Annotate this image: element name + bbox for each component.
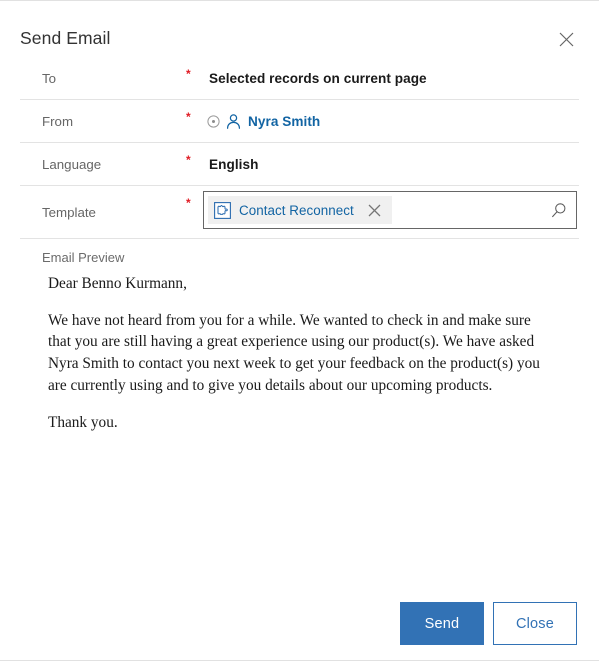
from-person-link[interactable]: Nyra Smith — [248, 114, 320, 129]
search-icon[interactable] — [546, 197, 572, 223]
dialog-footer: Send Close — [0, 587, 599, 660]
field-label-template: Template — [42, 204, 96, 220]
field-label-language: Language — [42, 156, 102, 172]
preview-greeting: Dear Benno Kurmann, — [48, 275, 187, 292]
close-icon[interactable] — [552, 25, 580, 53]
template-lookup-input[interactable]: Contact Reconnect — [203, 191, 577, 229]
remove-chip-icon[interactable] — [364, 199, 386, 221]
field-list: To * Selected records on current page Fr… — [0, 57, 599, 239]
template-icon — [213, 201, 231, 219]
required-marker-template: * — [186, 196, 191, 210]
field-row-from: From * Nyra Smith — [20, 100, 579, 143]
template-chip-label: Contact Reconnect — [239, 202, 354, 218]
field-label-from: From — [42, 113, 74, 129]
field-value-language[interactable]: English — [209, 157, 258, 172]
field-value-from: Nyra Smith — [206, 112, 320, 130]
email-preview-section: Email Preview Dear Benno Kurmann, We hav… — [0, 239, 599, 587]
email-preview-body: Dear Benno Kurmann, We have not heard fr… — [48, 273, 557, 433]
page-title: Send Email — [20, 28, 111, 48]
send-button[interactable]: Send — [400, 602, 484, 645]
preview-paragraph: We have not heard from you for a while. … — [48, 311, 540, 394]
template-chip[interactable]: Contact Reconnect — [208, 196, 392, 224]
close-button[interactable]: Close — [493, 602, 577, 645]
contact-person-icon — [224, 112, 242, 130]
dialog-header: Send Email — [0, 1, 599, 57]
required-marker-to: * — [186, 67, 191, 81]
field-row-language: Language * English — [20, 143, 579, 186]
field-row-to: To * Selected records on current page — [20, 57, 579, 100]
email-preview-caption: Email Preview — [42, 250, 125, 265]
send-email-dialog: Send Email To * Selected records on curr… — [0, 0, 599, 661]
presence-indicator-icon — [206, 114, 220, 128]
preview-closing: Thank you. — [48, 413, 118, 431]
field-value-to[interactable]: Selected records on current page — [209, 71, 427, 86]
required-marker-language: * — [186, 153, 191, 167]
field-label-to: To — [42, 70, 57, 86]
required-marker-from: * — [186, 110, 191, 124]
field-row-template: Template * Contact Reconnect — [20, 186, 579, 239]
